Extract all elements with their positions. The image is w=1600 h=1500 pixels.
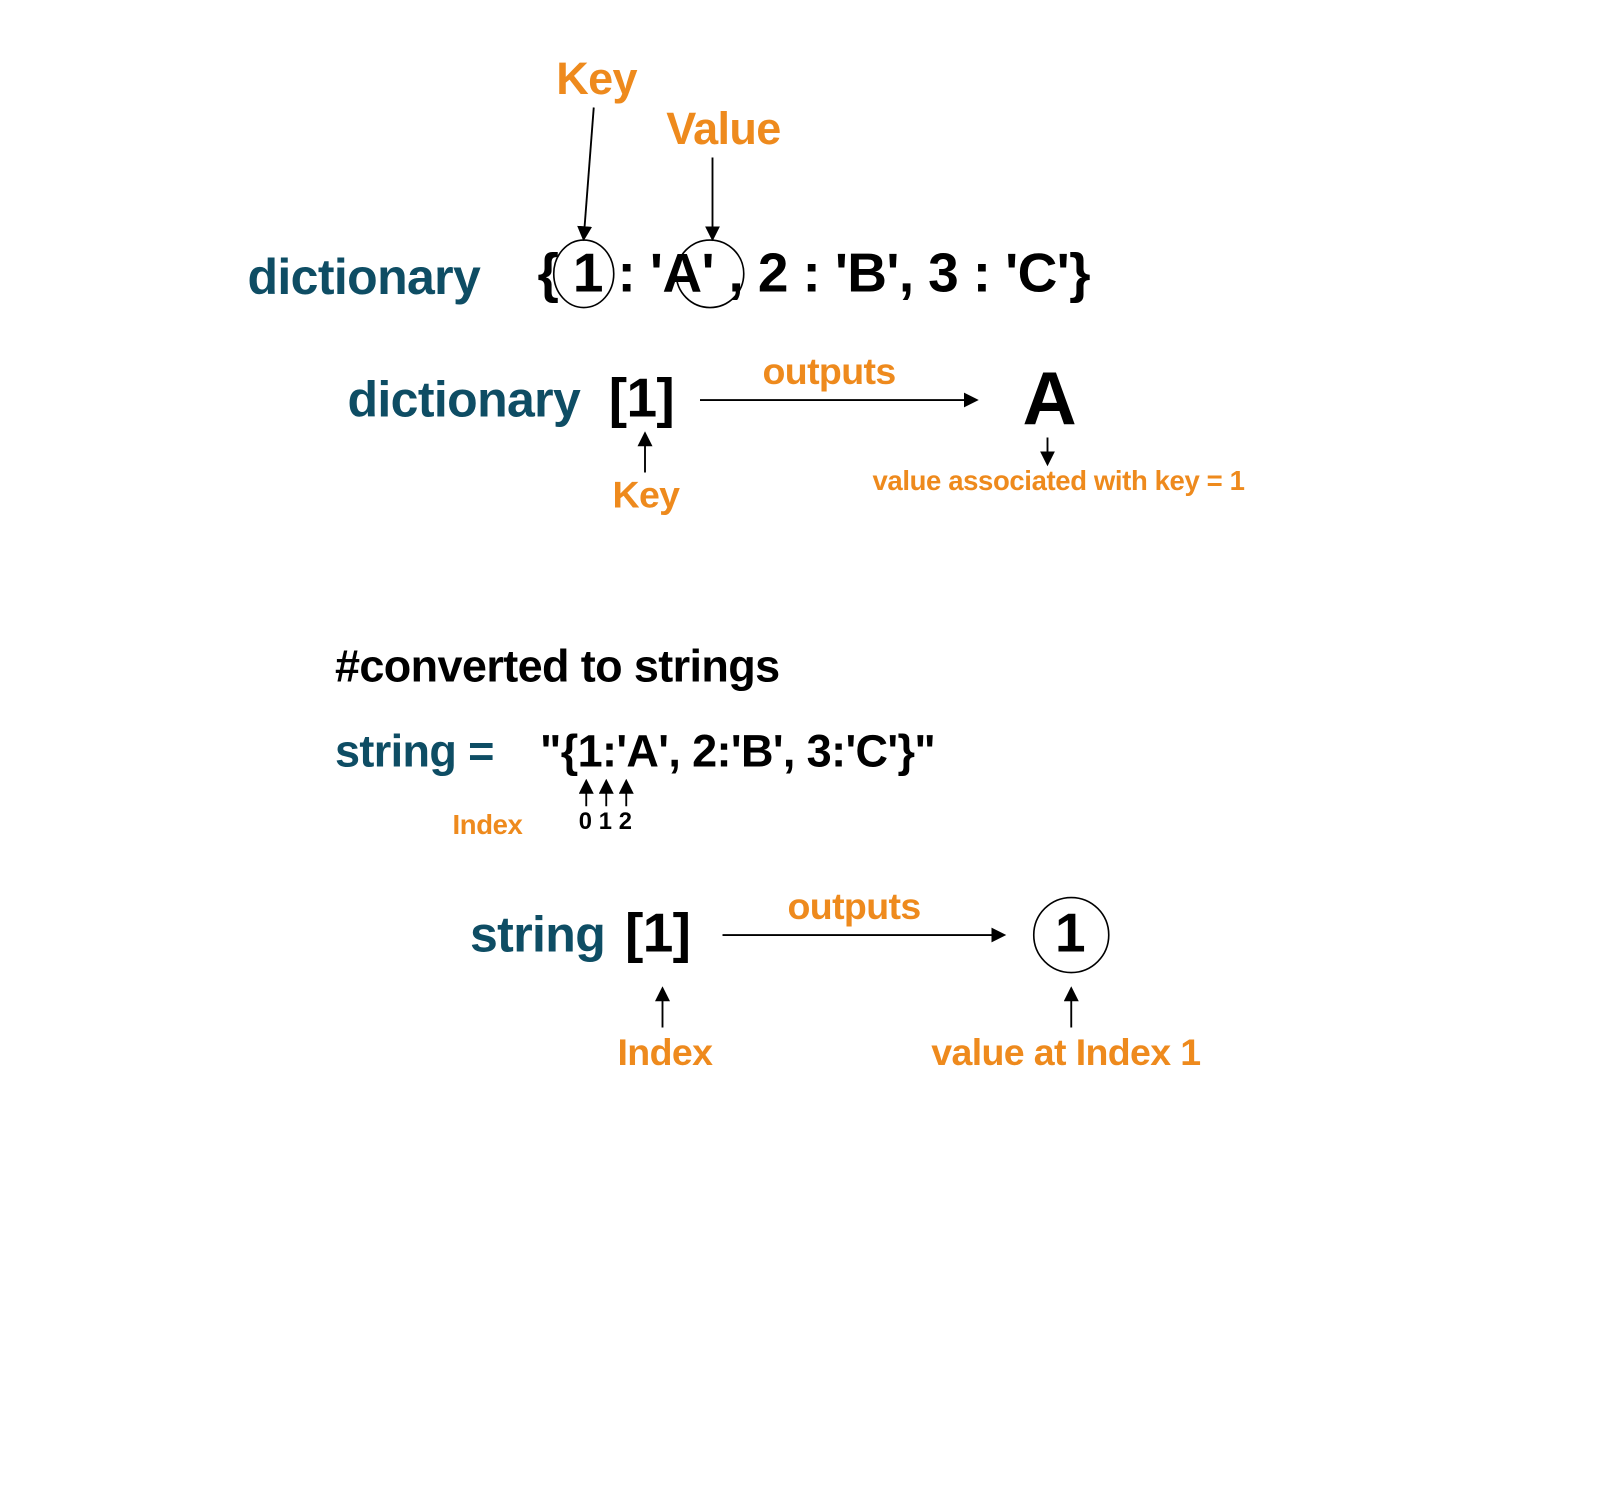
string-output-1: 1 xyxy=(1055,903,1085,966)
outputs-label-2: outputs xyxy=(788,886,921,929)
string-output-arrow xyxy=(0,0,1600,1125)
index-label-bottom: Index xyxy=(618,1033,713,1076)
value-at-index-label: value at Index 1 xyxy=(931,1033,1200,1076)
